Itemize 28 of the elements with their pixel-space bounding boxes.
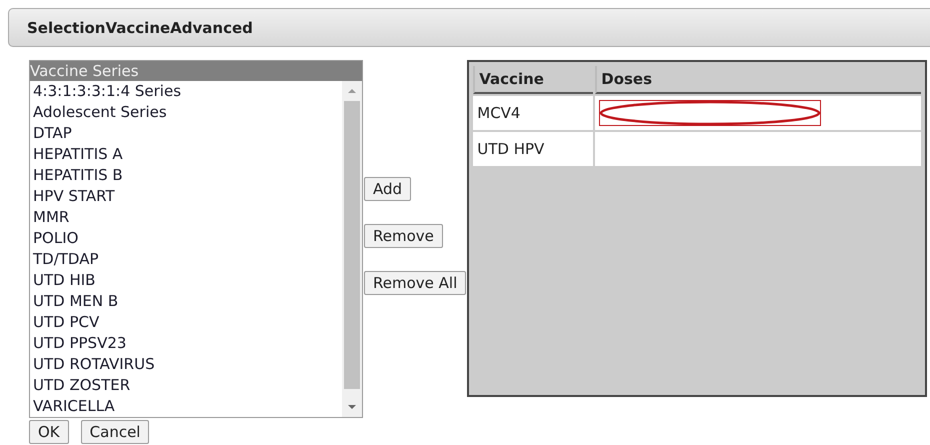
move-button[interactable]: Add [364, 177, 412, 201]
list-item[interactable]: UTD ROTAVIRUS [33, 354, 342, 375]
dialog-button[interactable]: Cancel [80, 420, 150, 444]
window-title: SelectionVaccineAdvanced [8, 8, 930, 47]
list-item[interactable]: UTD HIB [33, 270, 342, 291]
list-item[interactable]: UTD PPSV23 [33, 333, 342, 354]
list-item[interactable]: DTAP [33, 123, 342, 144]
list-item[interactable]: POLIO [33, 228, 342, 249]
list-item[interactable]: VARICELLA [33, 396, 342, 417]
list-item[interactable]: HPV START [33, 186, 342, 207]
column-header: Doses [595, 66, 922, 94]
list-item[interactable]: UTD ZOSTER [33, 375, 342, 396]
list-item[interactable]: TD/TDAP [33, 249, 342, 270]
table-cell: UTD HPV [473, 132, 594, 166]
list-item[interactable]: UTD MEN B [33, 291, 342, 312]
table-cell: MCV4 [473, 96, 594, 130]
move-button[interactable]: Remove [364, 224, 443, 248]
list-item[interactable]: MMR [33, 207, 342, 228]
list-item[interactable]: 4:3:1:3:3:1:4 Series [33, 81, 342, 102]
list-item[interactable]: HEPATITIS B [33, 165, 342, 186]
list-item[interactable]: Adolescent Series [33, 102, 342, 123]
column-header: Vaccine [473, 66, 594, 94]
move-button[interactable]: Remove All [364, 271, 466, 295]
list-header: Vaccine Series [30, 61, 362, 81]
list-item[interactable]: UTD PCV [33, 312, 342, 333]
scrollbar[interactable] [342, 81, 362, 417]
list-item[interactable]: HEPATITIS A [33, 144, 342, 165]
dialog-button[interactable]: OK [29, 420, 69, 444]
